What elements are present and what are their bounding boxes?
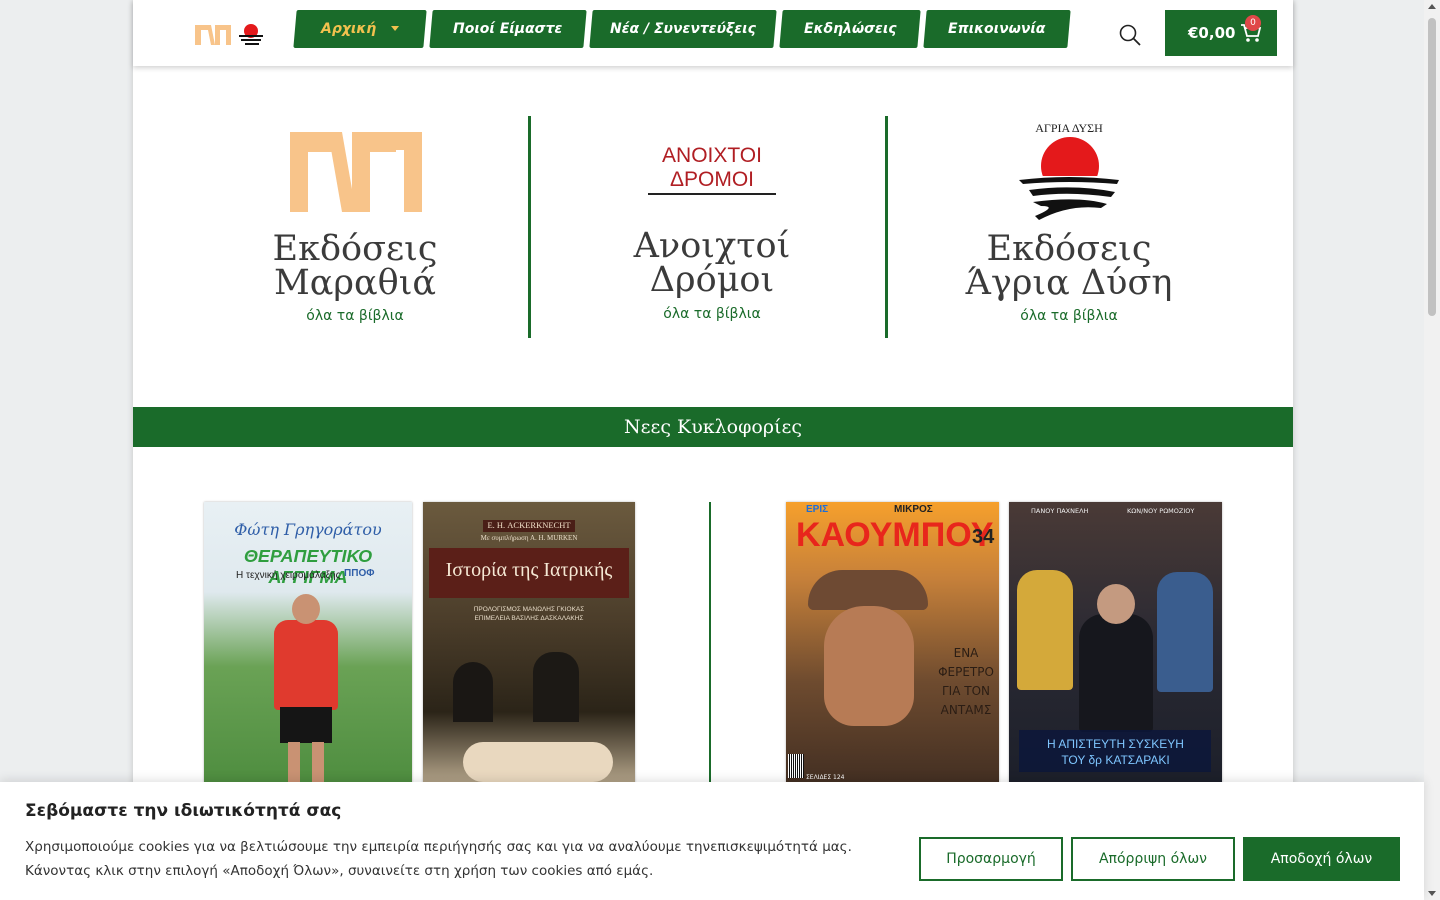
book-card-therapeutic-touch[interactable]: Φώτη Γρηγοράτου ΘΕΡΑΠΕΥΤΙΚΟ ΑΓΓΙΓΜΑ Η τε… (204, 502, 412, 802)
cover-figure (274, 620, 338, 710)
customize-button[interactable]: Προσαρμογή (919, 837, 1063, 881)
comic-brand-top: ΜΙΚΡΟΣ (894, 504, 933, 515)
book-title: Ιστορία της Ιατρικής (445, 559, 613, 581)
tagline-line: ΦΕΡΕΤΡΟ (938, 665, 994, 679)
cart-total: €0,00 (1188, 24, 1236, 42)
nav-item-news[interactable]: Νέα / Συνεντεύξεις (589, 10, 777, 48)
title-line: Η ΑΠΙΣΤΕΥΤΗ ΣΥΣΚΕΥΗ (1047, 737, 1184, 751)
site-logo[interactable] (195, 17, 269, 49)
book-card-katsaraki[interactable]: ΠΑΝΟΥ ΠΑΧΝΕΛΗ ΚΩΝ/ΝΟΥ ΡΩΜΟΖΙΟΥ Η ΑΠΙΣΤΕΥ… (1009, 502, 1222, 802)
publisher-title-line: Άγρια Δύση (965, 263, 1173, 303)
all-books-link[interactable]: όλα τα βίβλια (891, 308, 1247, 324)
book-note: ΠΡΟΛΟΓΙΣΜΟΣ ΜΑΝΩΛΗΣ ΓΚΙΟΚΑΣ (473, 606, 585, 613)
nav-item-contact[interactable]: Επικοινωνία (923, 10, 1071, 48)
logo-text: ΑΝΟΙΧΤΟΙ (662, 144, 762, 167)
book-author: Φώτη Γρηγοράτου (234, 520, 382, 539)
book-author: Ε. Η. ACKERKNECHT (487, 520, 571, 530)
book-title: ΘΕΡΑΠΕΥΤΙΚΟ ΑΓΓΙΓΜΑ (243, 546, 373, 587)
publisher-agria-dysi[interactable]: ΑΓΡΙΑ ΔΥΣΗ Εκδόσεις Άγρια Δύση όλα τα βί… (891, 116, 1247, 338)
nav-item-label: Εκδηλώσεις (803, 21, 897, 37)
divider (528, 116, 531, 338)
all-books-link[interactable]: όλα τα βίβλια (177, 308, 533, 324)
cover-figure-head (1097, 584, 1135, 624)
book-badge: ΠΠΟΦ (344, 568, 375, 579)
publisher-title-line: Εκδόσεις (272, 229, 438, 269)
cookie-title: Σεβόμαστε την ιδιωτικότητά σας (25, 801, 342, 821)
scroll-down-icon[interactable] (1428, 891, 1436, 896)
tagline-line: ΓΙΑ ΤΟΝ (942, 684, 990, 698)
anoixtoi-logo[interactable]: ΑΝΟΙΧΤΟΙ ΔΡΟΜΟΙ (534, 144, 890, 192)
cover-painting-figure (453, 662, 493, 722)
section-title: Νεες Κυκλοφορίες (624, 416, 802, 438)
agria-logo-text: ΑΓΡΙΑ ΔΥΣΗ (1035, 121, 1103, 135)
book-subtitle: Η τεχνική χειρομάλαξης (236, 570, 341, 581)
nav-item-label: Επικοινωνία (948, 21, 1046, 37)
tagline-line: ΕΝΑ (953, 646, 979, 660)
book-card-kaoumpou[interactable]: ΕΡΙΣ ΜΙΚΡΟΣ ΚΑΟΥΜΠΟΥ 34 ΕΝΑ ΦΕΡΕΤΡΟ ΓΙΑ … (786, 502, 999, 802)
nav-item-label: Αρχική (321, 21, 377, 37)
cart-count-badge: 0 (1245, 15, 1261, 31)
new-releases-carousel: Φώτη Γρηγοράτου ΘΕΡΑΠΕΥΤΙΚΟ ΑΓΓΙΓΜΑ Η τε… (133, 502, 1293, 802)
publisher-marathia[interactable]: Εκδόσεις Μαραθιά όλα τα βίβλια (177, 116, 533, 338)
logo-underline (648, 193, 776, 195)
reject-all-button[interactable]: Απόρριψη όλων (1071, 837, 1235, 881)
publisher-title-line: Εκδόσεις (986, 229, 1152, 269)
page-container: Αρχική Ποιοί Είμαστε Νέα / Συνεντεύξεις … (133, 0, 1293, 900)
accept-all-button[interactable]: Αποδοχή όλων (1243, 837, 1400, 881)
main-navigation: Αρχική Ποιοί Είμαστε Νέα / Συνεντεύξεις … (293, 10, 1071, 48)
book-editor: Με συμπλήρωση Α. Η. MURKEN (480, 534, 578, 542)
publisher-title-line: Ανοιχτοί (633, 226, 791, 266)
comic-issue: 34 (972, 526, 995, 548)
carousel-divider (709, 502, 711, 802)
cover-painting-figure (533, 652, 579, 722)
cart-button[interactable]: €0,00 0 (1165, 10, 1277, 56)
cover-figure-blue (1157, 572, 1213, 692)
cover-figure-yellow (1017, 570, 1073, 690)
nav-item-label: Νέα / Συνεντεύξεις (610, 21, 756, 37)
book-note: ΕΠΙΜΕΛΕΙΑ ΒΑΣΙΛΗΣ ΔΑΣΚΑΛΑΚΗΣ (474, 615, 584, 622)
cover-figure-shorts (280, 707, 332, 743)
book-author: ΠΑΝΟΥ ΠΑΧΝΕΛΗ (1031, 507, 1089, 515)
comic-tagline: ΕΝΑ ΦΕΡΕΤΡΟ ΓΙΑ ΤΟΝ ΑΝΤΑΜΣ (936, 644, 996, 720)
cover-figure-head (292, 594, 320, 624)
publisher-title-line: Δρόμοι (649, 260, 775, 300)
cookie-text: Χρησιμοποιούμε cookies για να βελτιώσουμ… (25, 839, 852, 879)
nav-item-about[interactable]: Ποιοί Είμαστε (429, 10, 587, 48)
cookie-consent-bar: Σεβόμαστε την ιδιωτικότητά σας Χρησιμοπο… (0, 782, 1424, 900)
cover-figure-center (1079, 614, 1153, 732)
barcode (788, 754, 804, 778)
scroll-up-icon[interactable] (1428, 4, 1436, 9)
page-scrollbar[interactable] (1424, 0, 1440, 900)
nav-item-events[interactable]: Εκδηλώσεις (779, 10, 921, 48)
cover-painting-patient (463, 742, 613, 782)
marathia-logo-icon[interactable] (290, 126, 422, 212)
comic-pages: ΣΕΛΙΔΕΣ 124 (806, 774, 845, 781)
scrollbar-thumb[interactable] (1428, 18, 1436, 316)
publisher-title-line: Μαραθιά (273, 263, 437, 303)
all-books-link[interactable]: όλα τα βίβλια (534, 306, 890, 322)
cover-face (824, 606, 914, 726)
nav-item-label: Ποιοί Είμαστε (453, 21, 563, 37)
publishers-section: Εκδόσεις Μαραθιά όλα τα βίβλια ΑΝΟΙΧΤΟΙ … (133, 116, 1293, 338)
search-icon[interactable] (1119, 24, 1141, 46)
chevron-down-icon[interactable] (390, 25, 399, 31)
tagline-line: ΑΝΤΑΜΣ (940, 703, 992, 717)
cover-hat (808, 570, 928, 610)
book-author: ΚΩΝ/ΝΟΥ ΡΩΜΟΖΙΟΥ (1127, 507, 1195, 515)
divider (885, 116, 888, 338)
comic-brand-small: ΕΡΙΣ (806, 504, 829, 515)
comic-brand: ΚΑΟΥΜΠΟΥ (796, 516, 994, 554)
new-releases-banner: Νεες Κυκλοφορίες (133, 407, 1293, 447)
nav-item-home[interactable]: Αρχική (293, 10, 427, 48)
title-line: ΤΟΥ δρ ΚΑΤΣΑΡΑΚΙ (1061, 753, 1170, 767)
book-title: Η ΑΠΙΣΤΕΥΤΗ ΣΥΣΚΕΥΗ ΤΟΥ δρ ΚΑΤΣΑΡΑΚΙ (1009, 736, 1222, 768)
publisher-anoixtoi-dromoi[interactable]: ΑΝΟΙΧΤΟΙ ΔΡΟΜΟΙ Ανοιχτοί Δρόμοι όλα τα β… (534, 116, 890, 338)
logo-text: ΔΡΟΜΟΙ (669, 168, 755, 191)
book-card-history-of-medicine[interactable]: Ε. Η. ACKERKNECHT Με συμπλήρωση Α. Η. MU… (423, 502, 635, 802)
agria-dysi-logo-icon[interactable] (1019, 136, 1121, 224)
site-header: Αρχική Ποιοί Είμαστε Νέα / Συνεντεύξεις … (133, 0, 1293, 66)
